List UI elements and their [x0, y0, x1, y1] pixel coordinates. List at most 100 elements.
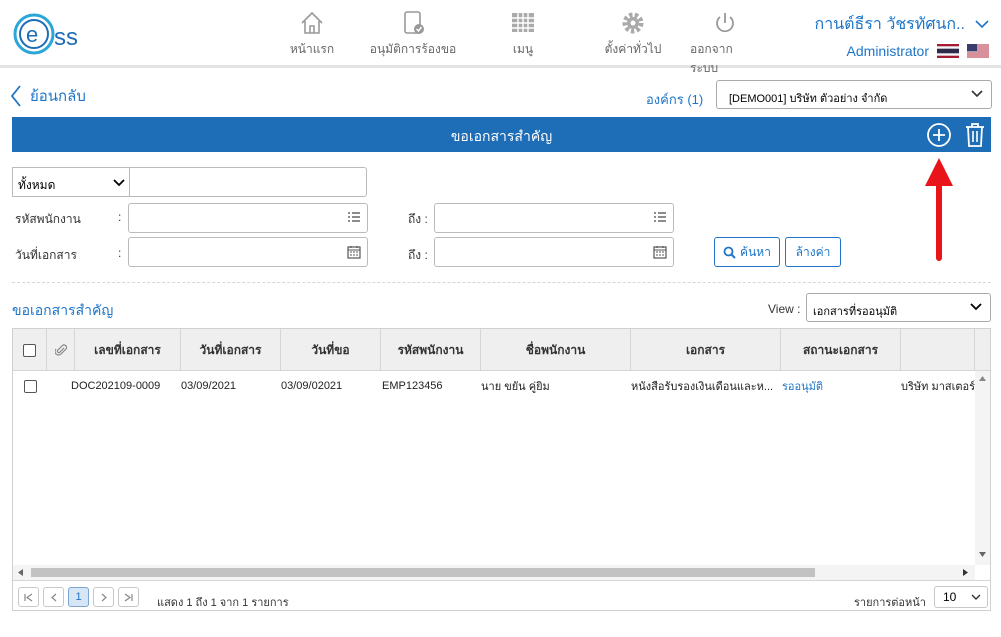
nav-approve-requests[interactable]: อนุมัติการร้องขอ [352, 10, 474, 78]
doc-date-label: วันที่เอกสาร [15, 248, 77, 262]
colon: : [118, 210, 122, 224]
calendar-icon[interactable] [653, 245, 667, 259]
documents-grid: เลขที่เอกสาร วันที่เอกสาร วันที่ขอ รหัสพ… [12, 328, 991, 611]
chevron-down-icon [971, 90, 983, 98]
gear-icon [622, 12, 644, 34]
add-icon[interactable] [926, 122, 952, 148]
page-title: ขอเอกสารสำคัญ [450, 128, 553, 144]
page-size-select[interactable]: 10 [934, 586, 988, 608]
col-doc-date[interactable]: วันที่เอกสาร [181, 329, 281, 371]
top-header: e ss หน้าแรก อนุมัติการร้องขอ เมนู ตั้งค… [0, 0, 1001, 75]
keyword-input[interactable] [129, 167, 367, 197]
approve-document-icon [404, 11, 424, 34]
cell-status-link[interactable]: รออนุมัติ [782, 371, 900, 401]
col-emp-code[interactable]: รหัสพนักงาน [381, 329, 481, 371]
first-page-icon [24, 593, 33, 601]
next-page-button[interactable] [93, 587, 114, 607]
doc-date-to-input[interactable] [434, 237, 674, 267]
search-icon [723, 246, 736, 259]
select-all-checkbox[interactable] [23, 343, 36, 357]
scroll-up-icon[interactable] [979, 376, 986, 381]
cell-company: บริษัท มาสเตอร์ [901, 381, 975, 393]
view-selected: เอกสารที่รออนุมัติ [813, 306, 898, 318]
user-name-dropdown[interactable]: กานต์ธีรา วัชรทัศนก.. [815, 12, 989, 37]
nav-home[interactable]: หน้าแรก [276, 10, 348, 78]
org-label: องค์กร (1) [646, 92, 704, 107]
page-button-current[interactable]: 1 [68, 587, 89, 607]
page-title-bar: ขอเอกสารสำคัญ [12, 117, 991, 152]
menu-grid-icon [512, 13, 534, 32]
table-row[interactable]: DOC202109-0009 03/09/2021 03/09/02021 EM… [13, 371, 975, 401]
view-select[interactable]: เอกสารที่รออนุมัติ [806, 293, 991, 322]
nav-settings[interactable]: ตั้งค่าทั่วไป [588, 10, 678, 78]
chevron-right-icon [101, 593, 107, 601]
trash-icon[interactable] [963, 122, 987, 148]
us-flag-icon[interactable] [967, 44, 989, 58]
org-selected: [DEMO001] บริษัท ตัวอย่าง จำกัด [729, 93, 888, 105]
col-status[interactable]: สถานะเอกสาร [781, 329, 901, 371]
user-name: กานต์ธีรา วัชรทัศนก.. [814, 16, 965, 33]
clear-button[interactable]: ล้างค่า [785, 237, 841, 267]
list-icon[interactable] [347, 211, 361, 225]
chevron-down-icon [970, 303, 982, 311]
scope-select[interactable]: ทั้งหมด [12, 167, 129, 197]
user-role: Administrator [846, 43, 929, 59]
doc-date-to-label: ถึง : [408, 248, 428, 262]
vertical-scrollbar[interactable] [975, 371, 990, 565]
nav-logout-label: ออกจากระบบ [690, 42, 733, 75]
cell-emp-name: นาย ขยัน คู่ยิม [481, 381, 550, 393]
row-checkbox-cell [24, 371, 48, 401]
power-icon [716, 13, 734, 33]
list-icon[interactable] [653, 211, 667, 225]
chevron-down-icon [971, 594, 981, 600]
last-page-button[interactable] [118, 587, 139, 607]
scroll-left-icon[interactable] [18, 569, 23, 576]
calendar-icon[interactable] [347, 245, 361, 259]
scope-selected: ทั้งหมด [18, 178, 56, 192]
cell-doc-no: DOC202109-0009 [71, 380, 161, 392]
nav-approve-label: อนุมัติการร้องขอ [369, 42, 457, 56]
logo-text: ss [54, 24, 78, 51]
first-page-button[interactable] [18, 587, 39, 607]
page-size-label: รายการต่อหน้า [854, 597, 926, 609]
main-nav: หน้าแรก อนุมัติการร้องขอ เมนู ตั้งค่าทั่… [276, 10, 760, 78]
list-title: ขอเอกสารสำคัญ [12, 302, 114, 318]
cell-emp-code: EMP123456 [382, 380, 443, 392]
col-document[interactable]: เอกสาร [631, 329, 781, 371]
chevron-left-icon [10, 85, 21, 107]
view-label: View : [768, 302, 801, 316]
horizontal-scrollbar[interactable] [13, 565, 975, 580]
scroll-thumb[interactable] [31, 568, 815, 577]
colon: : [118, 246, 122, 260]
divider [12, 282, 991, 283]
col-doc-no[interactable]: เลขที่เอกสาร [75, 329, 181, 371]
nav-menu[interactable]: เมนู [498, 10, 548, 78]
doc-date-from-input[interactable] [128, 237, 368, 267]
ess-logo[interactable]: e ss [12, 12, 92, 56]
nav-home-label: หน้าแรก [289, 42, 335, 56]
back-label: ย้อนกลับ [30, 88, 86, 105]
org-select[interactable]: [DEMO001] บริษัท ตัวอย่าง จำกัด [716, 80, 992, 109]
back-button[interactable]: ย้อนกลับ [10, 84, 86, 108]
prev-page-button[interactable] [43, 587, 64, 607]
col-emp-name[interactable]: ชื่อพนักงาน [481, 329, 631, 371]
page-size-value: 10 [943, 590, 957, 604]
last-page-icon [124, 593, 133, 601]
nav-settings-label: ตั้งค่าทั่วไป [604, 42, 662, 56]
nav-menu-label: เมนู [512, 42, 534, 56]
col-request-date[interactable]: วันที่ขอ [281, 329, 381, 371]
row-checkbox[interactable] [24, 379, 37, 393]
col-company[interactable] [901, 329, 975, 371]
thai-flag-icon[interactable] [937, 44, 959, 58]
employee-code-from-input[interactable] [128, 203, 368, 233]
select-all-cell [13, 329, 47, 371]
employee-code-label: รหัสพนักงาน [15, 212, 81, 226]
nav-logout[interactable]: ออกจากระบบ [690, 10, 760, 78]
pager-info: แสดง 1 ถึง 1 จาก 1 รายการ [157, 597, 289, 609]
scroll-down-icon[interactable] [979, 552, 986, 557]
search-button[interactable]: ค้นหา [714, 237, 780, 267]
employee-code-to-input[interactable] [434, 203, 674, 233]
chevron-left-icon [50, 593, 56, 601]
scroll-right-icon[interactable] [963, 569, 968, 576]
annotation-arrow [925, 158, 953, 261]
